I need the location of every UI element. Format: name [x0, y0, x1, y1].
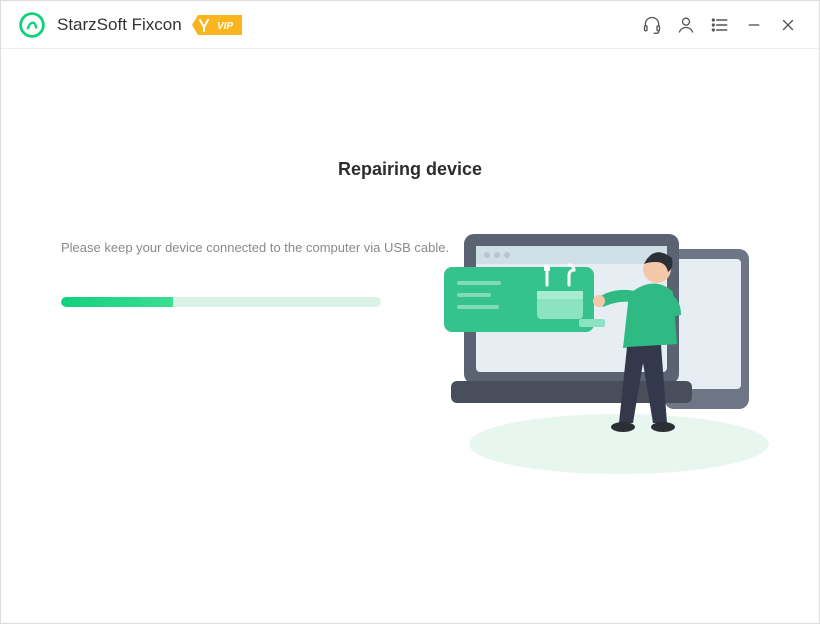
close-window-icon[interactable]: [771, 8, 805, 42]
user-account-icon[interactable]: [669, 8, 703, 42]
support-headset-icon[interactable]: [635, 8, 669, 42]
progress-bar: [61, 297, 381, 307]
main-content: Repairing device Please keep your device…: [1, 49, 819, 625]
vip-badge: VIP: [192, 14, 244, 36]
vip-badge-text: VIP: [217, 21, 233, 32]
titlebar: StarzSoft Fixcon VIP: [1, 1, 819, 49]
minimize-window-icon[interactable]: [737, 8, 771, 42]
repair-illustration: [429, 219, 779, 479]
page-heading: Repairing device: [61, 159, 759, 180]
menu-list-icon[interactable]: [703, 8, 737, 42]
progress-bar-fill: [61, 297, 173, 307]
app-logo-icon: [19, 12, 45, 38]
app-title: StarzSoft Fixcon: [57, 15, 182, 35]
instruction-text: Please keep your device connected to the…: [61, 240, 461, 255]
